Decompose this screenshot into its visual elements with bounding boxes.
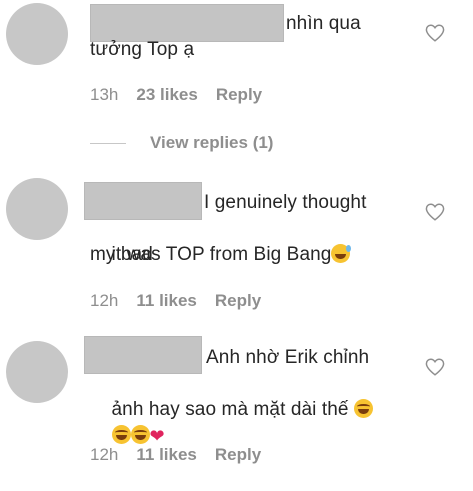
comment-timestamp: 12h <box>90 291 119 310</box>
face-with-tears-of-joy-icon <box>353 399 373 418</box>
comment-timestamp: 12h <box>90 445 119 464</box>
divider-line <box>90 142 126 144</box>
comment-meta: 13h 23 likes Reply <box>90 85 262 105</box>
comment-text-line: Anh nhờ Erik chỉnh <box>206 347 370 368</box>
heart-outline-icon[interactable] <box>425 358 445 376</box>
face-with-tears-of-joy-icon <box>111 425 131 444</box>
redacted-username <box>84 182 202 220</box>
comment-text-line: tưởng Top ạ <box>90 39 195 60</box>
avatar[interactable] <box>6 178 68 240</box>
reply-button[interactable]: Reply <box>216 85 262 105</box>
likes-count[interactable]: 11 likes <box>136 291 197 311</box>
grinning-face-with-sweat-icon <box>331 244 352 263</box>
redacted-username <box>84 336 202 374</box>
comment-meta: 12h 11 likes Reply <box>90 445 261 465</box>
comment-meta: 12h 11 likes Reply <box>90 291 261 311</box>
likes-count[interactable]: 23 likes <box>136 85 197 105</box>
reply-button[interactable]: Reply <box>215 445 261 465</box>
view-replies-label: View replies (1) <box>150 133 274 152</box>
comment-text-line: nhìn qua <box>286 13 361 34</box>
red-heart-icon: ❤ <box>149 426 165 446</box>
comment-timestamp: 13h <box>90 85 119 104</box>
reply-button[interactable]: Reply <box>215 291 261 311</box>
heart-outline-icon[interactable] <box>425 203 445 221</box>
comment-text-line: I genuinely thought <box>204 192 367 213</box>
likes-count[interactable]: 11 likes <box>136 445 197 465</box>
avatar[interactable] <box>6 3 68 65</box>
avatar[interactable] <box>6 341 68 403</box>
face-with-tears-of-joy-icon <box>130 425 150 444</box>
comment-text-line: my bad <box>90 244 153 265</box>
heart-outline-icon[interactable] <box>425 24 445 42</box>
view-replies-button[interactable]: View replies (1) <box>90 133 273 153</box>
